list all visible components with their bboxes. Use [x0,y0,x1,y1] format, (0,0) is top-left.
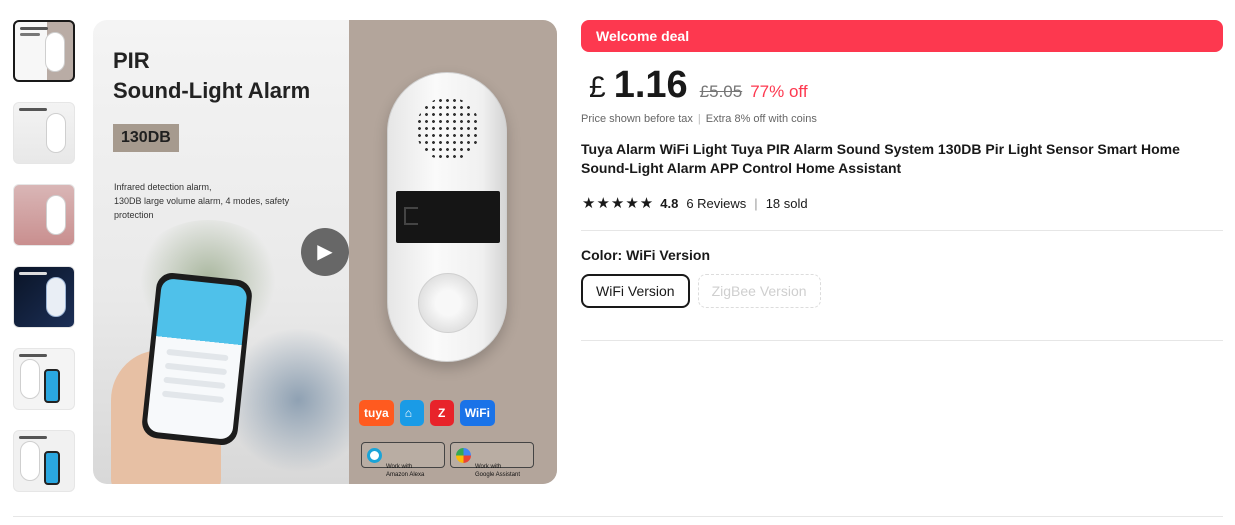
phone-screen [146,277,248,441]
option-wifi-version[interactable]: WiFi Version [581,274,690,308]
tuya-logo: tuya [359,400,394,426]
separator: | [754,195,758,211]
tax-note: Price shown before tax [581,113,693,125]
alexa-badge: Work with Amazon Alexa [361,442,445,478]
divider [581,230,1223,231]
thumbnail-6[interactable] [13,430,75,492]
reviews-link[interactable]: 6 Reviews [686,196,746,211]
discount-label: 77% off [750,82,808,101]
rating-row: ★★★★★ 4.8 6 Reviews | 18 sold [581,194,1223,212]
image-title-line1: PIR [113,48,150,73]
divider [581,340,1223,341]
image-title-line2: Sound-Light Alarm [113,78,311,103]
thumbnail-text [20,27,48,30]
brand-logos: tuya ⌂ Z WiFi [359,400,495,426]
google-assistant-badge: Work with Google Assistant [450,442,534,478]
welcome-deal-banner: Welcome deal [581,20,1223,52]
color-label: Color: WiFi Version [581,247,710,263]
alexa-badge-text: Work with Amazon Alexa [386,464,425,478]
price-row: £ 1.16 £5.05 77% off [581,64,1223,106]
app-row [164,362,228,376]
separator: | [697,113,701,125]
alarm-device-image [46,195,66,235]
alarm-device-image [46,113,66,153]
zigbee-icon: Z [429,400,454,426]
thumbnail-list [13,20,77,512]
alexa-icon [367,448,382,463]
device-display [396,191,500,243]
color-options: WiFi Version ZigBee Version [581,274,1223,308]
alarm-device-image [45,32,65,72]
pir-sensor-lens [418,273,478,333]
alarm-device-image [46,277,66,317]
phone-image [44,451,60,485]
thumbnail-text [19,272,47,275]
play-icon: ▶ [317,241,333,263]
option-zigbee-version[interactable]: ZigBee Version [697,274,821,308]
main-product-image[interactable]: PIR Sound-Light Alarm 130DB Infrared det… [93,20,557,484]
image-description: Infrared detection alarm, 130DB large vo… [114,182,290,220]
divider [13,516,1223,517]
thumbnail-4[interactable] [13,266,75,328]
home-icon: ⌂ [399,400,424,426]
price-note: Price shown before tax | Extra 8% off with… [581,113,1223,125]
star-rating-icon: ★★★★★ [582,195,655,212]
thumbnail-text [19,436,47,439]
image-title: PIR Sound-Light Alarm [113,46,310,106]
app-row [163,376,226,390]
coins-note: Extra 8% off with coins [705,113,817,125]
currency-symbol: £ [589,71,606,104]
current-price: 1.16 [613,64,688,106]
thumbnail-3[interactable] [13,184,75,246]
app-row [161,390,225,404]
alarm-device-image [20,359,40,399]
sold-count: 18 sold [765,195,808,211]
decibel-badge: 130DB [113,124,179,152]
google-assistant-icon [456,448,471,463]
app-row [166,348,229,362]
alarm-device-image [387,72,507,362]
background-blur [233,320,363,480]
thumbnail-text [19,108,47,111]
thumbnail-2[interactable] [13,102,75,164]
alarm-device-image [20,441,40,481]
wifi-logo: WiFi [459,400,495,426]
rating-score: 4.8 [660,195,679,211]
product-info: Welcome deal £ 1.16 £5.05 77% off Price … [581,20,1223,341]
phone-image [44,369,60,403]
phone-image [140,271,254,447]
google-badge-text: Work with Google Assistant [475,464,521,478]
thumbnail-text [20,33,40,36]
thumbnail-text [19,354,47,357]
original-price: £5.05 [699,82,743,101]
speaker-grill [416,97,480,161]
product-title: Tuya Alarm WiFi Light Tuya PIR Alarm Sou… [581,141,1180,176]
thumbnail-1[interactable] [13,20,75,82]
play-video-button[interactable]: ▶ [301,228,349,276]
thumbnail-5[interactable] [13,348,75,410]
